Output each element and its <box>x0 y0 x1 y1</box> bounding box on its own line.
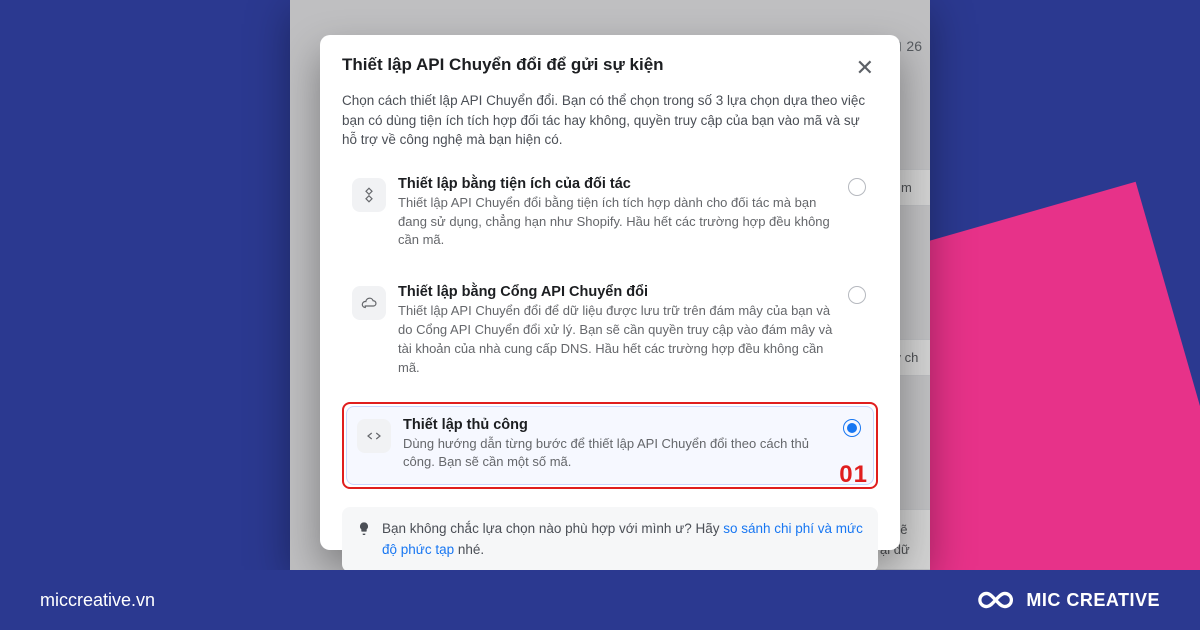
option-title: Thiết lập bằng Cổng API Chuyển đổi <box>398 284 836 300</box>
screenshot-container: 26 nối m này ch ịa sẽại dữ Thiết lập API… <box>290 0 930 570</box>
option-title: Thiết lập bằng tiện ích của đối tác <box>398 176 836 192</box>
setup-modal: Thiết lập API Chuyển đổi để gửi sự kiện … <box>320 35 900 550</box>
hint-prefix: Bạn không chắc lựa chọn nào phù hợp với … <box>382 521 723 536</box>
option-subtitle: Dùng hướng dẫn từng bước để thiết lập AP… <box>403 435 831 473</box>
brand-bar: miccreative.vn MIC CREATIVE <box>0 570 1200 630</box>
cloud-icon <box>352 286 386 320</box>
modal-header: Thiết lập API Chuyển đổi để gửi sự kiện … <box>342 55 878 81</box>
option-title: Thiết lập thủ công <box>403 417 831 433</box>
diamond-stack-icon <box>352 178 386 212</box>
option-subtitle: Thiết lập API Chuyển đổi để dữ liệu được… <box>398 302 836 377</box>
close-icon[interactable]: ✕ <box>852 55 878 81</box>
radio-selected[interactable] <box>843 419 861 437</box>
brand-name: MIC CREATIVE <box>1026 590 1160 611</box>
brand-right: MIC CREATIVE <box>972 586 1160 614</box>
modal-title: Thiết lập API Chuyển đổi để gửi sự kiện <box>342 55 664 75</box>
radio-unselected[interactable] <box>848 178 866 196</box>
hint-suffix: nhé. <box>454 542 484 557</box>
option-gateway[interactable]: Thiết lập bằng Cổng API Chuyển đổi Thiết… <box>342 274 878 389</box>
modal-description: Chọn cách thiết lập API Chuyển đổi. Bạn … <box>342 91 878 150</box>
brand-site: miccreative.vn <box>40 590 155 611</box>
infinity-logo-icon <box>972 586 1014 614</box>
radio-unselected[interactable] <box>848 286 866 304</box>
hint-box: Bạn không chắc lựa chọn nào phù hợp với … <box>342 507 878 570</box>
annotation-box-01: Thiết lập thủ công Dùng hướng dẫn từng b… <box>342 402 878 490</box>
option-partner-integration[interactable]: Thiết lập bằng tiện ích của đối tác Thiế… <box>342 166 878 263</box>
option-manual[interactable]: Thiết lập thủ công Dùng hướng dẫn từng b… <box>346 406 874 486</box>
page-stage: 26 nối m này ch ịa sẽại dữ Thiết lập API… <box>0 0 1200 630</box>
lightbulb-icon <box>356 521 372 537</box>
code-icon <box>357 419 391 453</box>
options-list: Thiết lập bằng tiện ích của đối tác Thiế… <box>342 166 878 490</box>
option-subtitle: Thiết lập API Chuyển đổi bằng tiện ích t… <box>398 194 836 251</box>
hint-text: Bạn không chắc lựa chọn nào phù hợp với … <box>382 519 864 560</box>
